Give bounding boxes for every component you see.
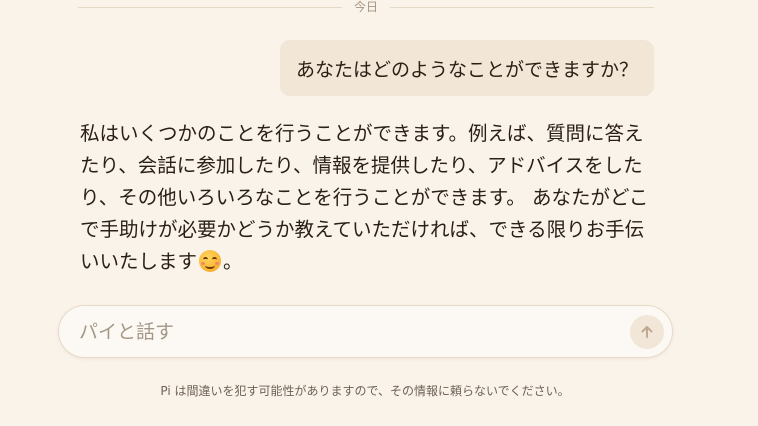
date-divider: 今日: [78, 0, 655, 14]
ai-message: 私はいくつかのことを行うことができます。例えば、質問に答えたり、会話に参加したり…: [80, 118, 652, 278]
ai-message-text: 私はいくつかのことを行うことができます。例えば、質問に答えたり、会話に参加したり…: [80, 122, 649, 273]
disclaimer-text: Pi は間違いを犯す可能性がありますので、その情報に頼らないでください。: [160, 384, 570, 398]
divider-line-right: [390, 6, 655, 8]
smiling-face-emoji-icon: [199, 250, 222, 272]
divider-line-left: [78, 6, 342, 8]
chat-page: 今日 あなたはどのようなことができますか？ 私はいくつかのことを行うことができま…: [0, 0, 758, 426]
arrow-up-icon: [641, 326, 653, 338]
date-divider-label: 今日: [354, 0, 379, 14]
message-composer: [58, 305, 673, 358]
user-message-text: あなたはどのようなことができますか？: [295, 58, 638, 81]
user-message-bubble: あなたはどのようなことができますか？: [279, 40, 654, 96]
message-input[interactable]: [79, 306, 619, 357]
ai-message-end: 。: [223, 250, 243, 273]
send-button[interactable]: [630, 315, 664, 349]
